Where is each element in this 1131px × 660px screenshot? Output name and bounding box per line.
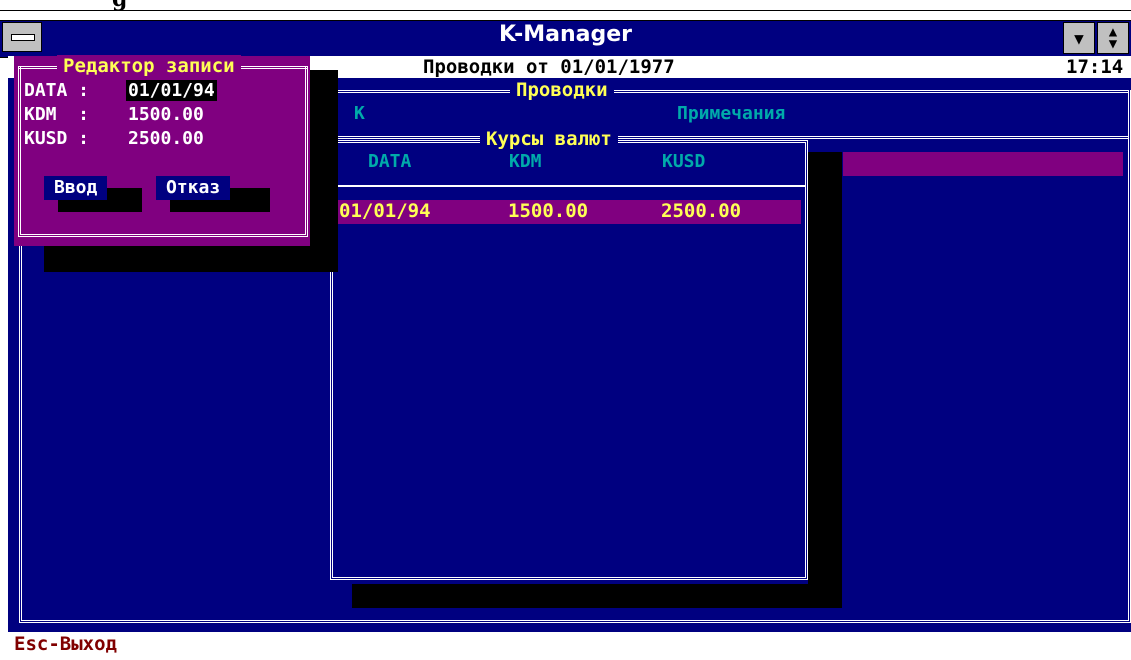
rates-window-shadow-bottom (352, 584, 842, 608)
ok-button[interactable]: Ввод (44, 176, 108, 200)
postings-date-label: Проводки от 01/01/1977 (423, 56, 675, 78)
rates-window-title: Курсы валют (480, 128, 618, 150)
up-down-arrows-icon: ▲ ▼ (1108, 24, 1118, 52)
header-fragment: g (112, 0, 127, 10)
rates-col-data: DATA (368, 151, 412, 172)
rates-header-separator (333, 185, 805, 187)
postings-col-notes: Примечания (677, 103, 786, 124)
triangle-down-icon: ▼ (1074, 28, 1084, 48)
editor-dialog-title: Редактор записи (57, 55, 241, 77)
cell-kusd: 2500.00 (661, 200, 742, 222)
restore-button[interactable]: ▲ ▼ (1097, 22, 1129, 54)
kdm-input[interactable]: 1500.00 (128, 104, 204, 125)
window-title: K-Manager (498, 22, 633, 47)
clock: 17:14 (1066, 56, 1124, 78)
editor-dialog-shadow-right (310, 70, 338, 272)
field-label-kusd: KUSD : (24, 128, 90, 149)
postings-window-title: Проводки (510, 79, 614, 101)
field-label-data: DATA : (24, 80, 90, 101)
kusd-input[interactable]: 2500.00 (128, 128, 204, 149)
postings-selected-row[interactable] (843, 152, 1123, 176)
minimize-button[interactable]: ▼ (1063, 22, 1095, 54)
cancel-button[interactable]: Отказ (156, 176, 231, 200)
cell-kdm: 1500.00 (508, 200, 589, 222)
status-bar (8, 632, 1131, 660)
rates-col-kusd: KUSD (662, 151, 706, 172)
field-label-kdm: KDM : (24, 104, 90, 125)
data-input[interactable]: 01/01/94 (126, 80, 217, 101)
status-hint: Esc-Выход (14, 633, 117, 655)
table-row[interactable]: 01/01/94 1500.00 2500.00 (333, 200, 801, 224)
editor-dialog-shadow-bottom (44, 246, 338, 272)
top-strip: g (0, 0, 1131, 11)
postings-col-k: К (354, 103, 365, 124)
rates-col-kdm: KDM (509, 151, 542, 172)
cell-data: 01/01/94 (339, 200, 431, 222)
rates-window-shadow-right (808, 152, 842, 608)
